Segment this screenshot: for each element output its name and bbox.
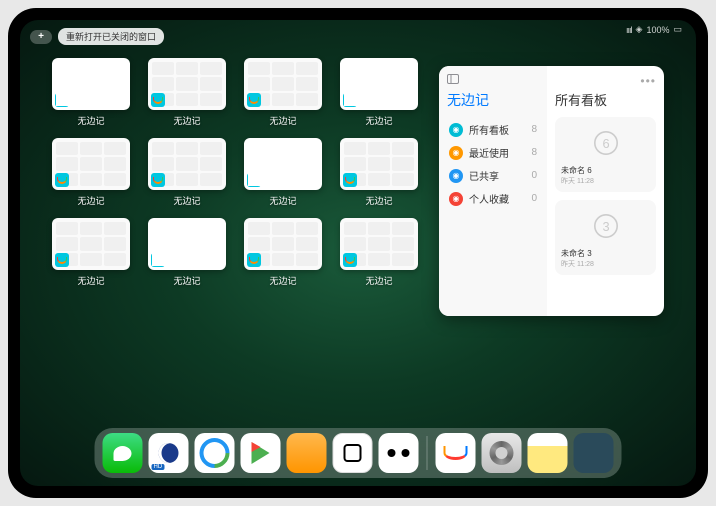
- app-thumbnail[interactable]: 无边记: [148, 138, 226, 208]
- thumbnail-label: 无边记: [173, 114, 200, 127]
- freeform-badge-icon: [343, 173, 357, 187]
- sidebar-item-label: 已共享: [469, 168, 525, 183]
- thumbnail-label: 无边记: [365, 114, 392, 127]
- app-thumbnail[interactable]: 无边记: [52, 138, 130, 208]
- sidebar-item-count: 0: [531, 170, 537, 181]
- sidebar-item-count: 0: [531, 193, 537, 204]
- screen: ıııl ◈ 100% ▭ + 重新打开已关闭的窗口 无边记无边记无边记无边记无…: [20, 20, 696, 486]
- app-thumbnail[interactable]: 无边记: [244, 218, 322, 288]
- dock: HD: [95, 428, 622, 478]
- thumbnail-label: 无边记: [77, 114, 104, 127]
- app-thumbnail[interactable]: 无边记: [52, 58, 130, 128]
- dock-separator: [427, 436, 428, 470]
- board-preview: 6: [561, 123, 650, 163]
- sidebar-item-label: 所有看板: [469, 122, 525, 137]
- board-card[interactable]: 3 未命名 3昨天 11:28: [555, 200, 656, 275]
- card-label: 未命名 3: [561, 248, 650, 259]
- books-app-icon[interactable]: [287, 433, 327, 473]
- quark-app-icon[interactable]: HD: [149, 433, 189, 473]
- settings-app-icon[interactable]: [482, 433, 522, 473]
- app-thumbnail[interactable]: 无边记: [340, 218, 418, 288]
- freeform-window[interactable]: 无边记 ◉ 所有看板 8 ◉ 最近使用 8 ◉ 已共享 0 ◉ 个人收藏 0 ••• 所有看板 6 未命…: [439, 66, 664, 316]
- sidebar-item[interactable]: ◉ 所有看板 8: [447, 118, 539, 141]
- app-thumbnail[interactable]: 无边记: [244, 138, 322, 208]
- freeform-badge-icon: [151, 93, 165, 107]
- app-thumbnail[interactable]: 无边记: [340, 58, 418, 128]
- freeform-badge-icon: [55, 93, 69, 107]
- freeform-main: ••• 所有看板 6未命名 6昨天 11:283未命名 3昨天 11:28: [547, 66, 664, 316]
- sidebar-item-count: 8: [531, 124, 537, 135]
- svg-text:6: 6: [602, 136, 609, 151]
- main-title: 所有看板: [555, 90, 656, 109]
- freeform-badge-icon: [55, 173, 69, 187]
- freeform-badge-icon: [343, 93, 357, 107]
- sidebar-item-icon: ◉: [449, 169, 463, 183]
- freeform-badge-icon: [55, 253, 69, 267]
- more-icon[interactable]: •••: [555, 74, 656, 88]
- wifi-icon: ◈: [636, 24, 643, 35]
- thumbnail-label: 无边记: [269, 274, 296, 287]
- battery-icon: ▭: [673, 24, 682, 35]
- thumbnail-label: 无边记: [269, 194, 296, 207]
- freeform-badge-icon: [343, 253, 357, 267]
- sidebar-item-label: 个人收藏: [469, 191, 525, 206]
- ipad-device-frame: ıııl ◈ 100% ▭ + 重新打开已关闭的窗口 无边记无边记无边记无边记无…: [8, 8, 708, 498]
- sidebar-item-label: 最近使用: [469, 145, 525, 160]
- top-left-controls: + 重新打开已关闭的窗口: [30, 28, 164, 45]
- recents-folder-icon[interactable]: [574, 433, 614, 473]
- thumbnail-label: 无边记: [77, 274, 104, 287]
- sidebar-icon: [447, 74, 459, 84]
- battery-text: 100%: [646, 25, 669, 35]
- connect-app-icon[interactable]: [379, 433, 419, 473]
- app-thumbnail[interactable]: 无边记: [148, 58, 226, 128]
- thumbnail-label: 无边记: [365, 274, 392, 287]
- board-preview: 3: [561, 206, 650, 246]
- game-app-icon[interactable]: [333, 433, 373, 473]
- play-app-icon[interactable]: [241, 433, 281, 473]
- reopen-closed-window-button[interactable]: 重新打开已关闭的窗口: [58, 28, 164, 45]
- new-window-button[interactable]: +: [30, 30, 52, 44]
- sidebar-item-icon: ◉: [449, 146, 463, 160]
- qq-browser-app-icon[interactable]: [195, 433, 235, 473]
- thumbnail-label: 无边记: [269, 114, 296, 127]
- sidebar-item[interactable]: ◉ 已共享 0: [447, 164, 539, 187]
- sidebar-item-icon: ◉: [449, 192, 463, 206]
- status-bar: ıııl ◈ 100% ▭: [626, 24, 682, 35]
- freeform-badge-icon: [151, 173, 165, 187]
- app-thumbnail[interactable]: 无边记: [148, 218, 226, 288]
- card-label: 未命名 6: [561, 165, 650, 176]
- freeform-badge-icon: [247, 173, 261, 187]
- sidebar-item-count: 8: [531, 147, 537, 158]
- sidebar-item[interactable]: ◉ 个人收藏 0: [447, 187, 539, 210]
- freeform-badge-icon: [247, 253, 261, 267]
- thumbnail-label: 无边记: [365, 194, 392, 207]
- sidebar-item-icon: ◉: [449, 123, 463, 137]
- freeform-badge-icon: [247, 93, 261, 107]
- sidebar-toggle[interactable]: [447, 74, 539, 84]
- app-thumbnail[interactable]: 无边记: [52, 218, 130, 288]
- board-card[interactable]: 6 未命名 6昨天 11:28: [555, 117, 656, 192]
- notes-app-icon[interactable]: [528, 433, 568, 473]
- thumbnail-label: 无边记: [77, 194, 104, 207]
- thumbnail-label: 无边记: [173, 194, 200, 207]
- svg-text:3: 3: [602, 219, 609, 234]
- thumbnail-label: 无边记: [173, 274, 200, 287]
- sidebar-title: 无边记: [447, 90, 539, 110]
- sidebar-item[interactable]: ◉ 最近使用 8: [447, 141, 539, 164]
- app-thumbnail[interactable]: 无边记: [244, 58, 322, 128]
- card-sublabel: 昨天 11:28: [561, 176, 650, 186]
- freeform-sidebar: 无边记 ◉ 所有看板 8 ◉ 最近使用 8 ◉ 已共享 0 ◉ 个人收藏 0: [439, 66, 547, 316]
- freeform-app-icon[interactable]: [436, 433, 476, 473]
- app-switcher: 无边记无边记无边记无边记无边记无边记无边记无边记无边记无边记无边记无边记 无边记…: [52, 58, 664, 422]
- wechat-app-icon[interactable]: [103, 433, 143, 473]
- app-thumbnail[interactable]: 无边记: [340, 138, 418, 208]
- freeform-badge-icon: [151, 253, 165, 267]
- window-grid: 无边记无边记无边记无边记无边记无边记无边记无边记无边记无边记无边记无边记: [52, 58, 418, 422]
- card-sublabel: 昨天 11:28: [561, 259, 650, 269]
- signal-icon: ıııl: [626, 25, 632, 35]
